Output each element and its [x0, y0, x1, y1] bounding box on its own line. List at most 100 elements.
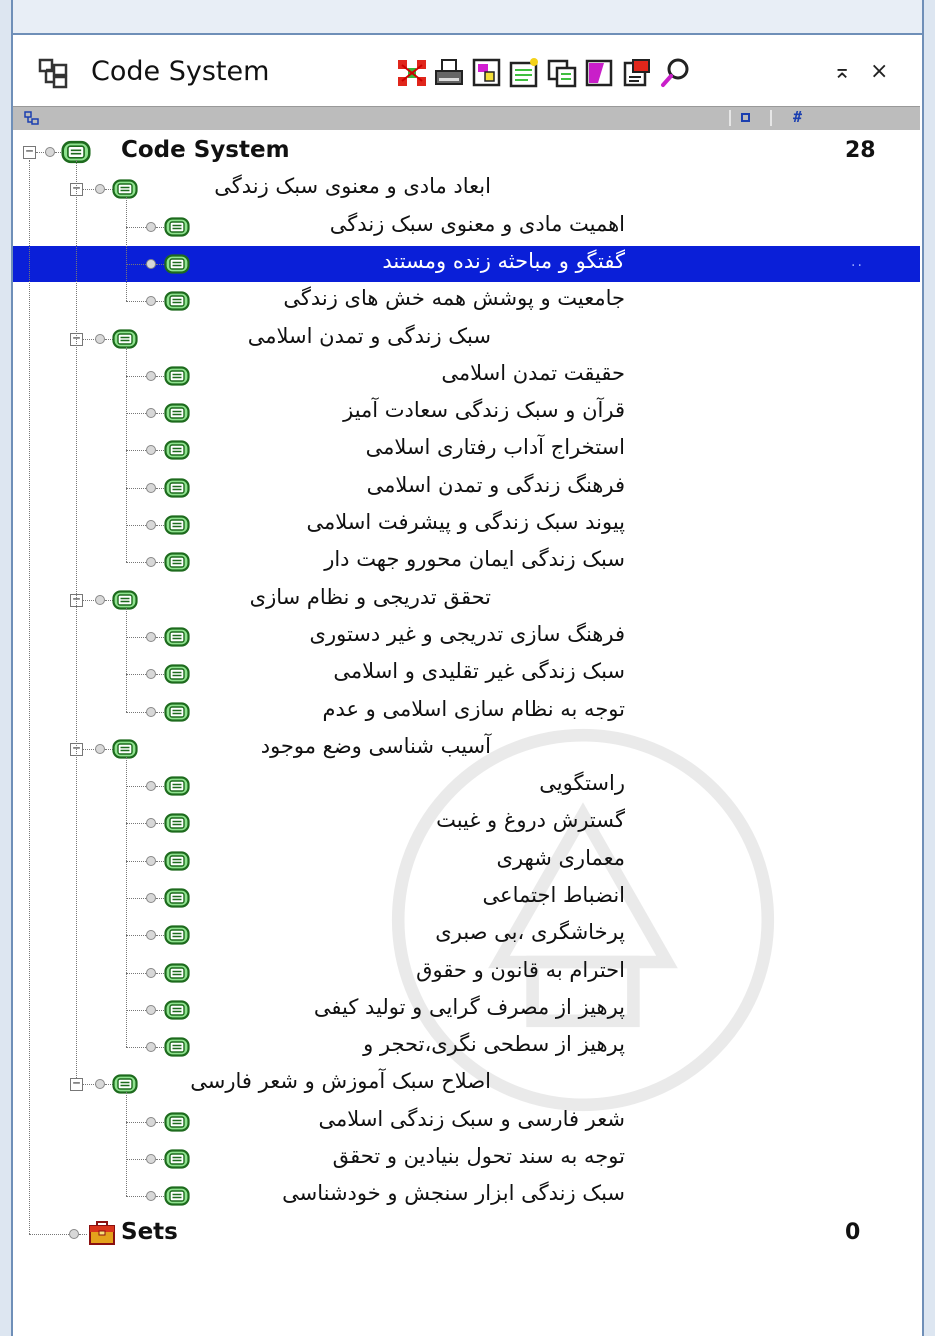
- tree-row-code[interactable]: سبک زندگی ابزار سنجش و خودشناسی: [13, 1178, 920, 1214]
- code-label: پرهیز از سطحی نگری،تحجر و: [363, 1032, 625, 1056]
- column-separator[interactable]: [770, 110, 772, 126]
- code-icon: [164, 440, 190, 460]
- tree-row-code[interactable]: فرهنگ سازی تدریجی و غیر دستوری: [13, 619, 920, 655]
- code-label: پرهیز از مصرف گرایی و تولید کیفی: [313, 995, 625, 1019]
- tree-row-code[interactable]: احترام به قانون و حقوق: [13, 955, 920, 991]
- tree-connector: [79, 1234, 87, 1235]
- tree-row-root[interactable]: − Code System 28: [13, 134, 920, 170]
- column-count-header[interactable]: #: [793, 108, 802, 126]
- tree-row-code[interactable]: شعر فارسی و سبک زندگی اسلامی: [13, 1104, 920, 1140]
- tree-connector: [126, 1092, 127, 1196]
- tree-node-knob: [69, 1229, 79, 1239]
- code-label: حقیقت تمدن اسلامی: [441, 361, 625, 385]
- tree-connector: [126, 935, 146, 936]
- tree-connector: [156, 301, 164, 302]
- search-icon[interactable]: [659, 57, 691, 89]
- new-code-icon[interactable]: [508, 57, 540, 89]
- tree-connector: [156, 786, 164, 787]
- tree-connector: [156, 823, 164, 824]
- tree-view-icon[interactable]: [23, 110, 39, 126]
- code-favorites-icon[interactable]: [584, 57, 616, 89]
- tree-row-code[interactable]: اهمیت مادی و معنوی سبک زندگی: [13, 209, 920, 245]
- tree-node-knob: [146, 296, 156, 306]
- code-label: احترام به قانون و حقوق: [416, 958, 625, 982]
- code-label: گسترش دروغ و غیبت: [436, 808, 625, 832]
- tree-connector: [156, 898, 164, 899]
- collapse-toggle[interactable]: −: [23, 145, 36, 159]
- close-panel-icon[interactable]: ×: [870, 59, 888, 84]
- tree-connector: [156, 935, 164, 936]
- tree-connector: [156, 562, 164, 563]
- tree-row-code[interactable]: فرهنگ زندگی و تمدن اسلامی: [13, 470, 920, 506]
- code-tree: − Code System 28− ابعاد مادی و معنوی سبک زن…: [13, 130, 920, 1336]
- tree-connector: [126, 637, 146, 638]
- code-matrix-icon[interactable]: [621, 57, 653, 89]
- code-label: معماری شهری: [496, 846, 625, 870]
- tree-row-code[interactable]: استخراج آداب رفتاری اسلامی: [13, 432, 920, 468]
- tree-row-code[interactable]: انضباط اجتماعی: [13, 880, 920, 916]
- tree-row-code[interactable]: پرهیز از مصرف گرایی و تولید کیفی: [13, 992, 920, 1028]
- tree-connector: [156, 413, 164, 414]
- code-icon: [164, 1149, 190, 1169]
- code-label: توجه به سند تحول بنیادین و تحقق: [332, 1144, 625, 1168]
- tree-node-knob: [146, 930, 156, 940]
- tree-row-code[interactable]: گفتگو و مباحثه زنده ومستند..: [13, 246, 920, 282]
- tree-connector: [126, 757, 127, 1047]
- tree-row-code[interactable]: سبک زندگی غیر تقلیدی و اسلامی: [13, 656, 920, 692]
- tree-connector: [126, 1196, 146, 1197]
- tree-node-knob: [146, 893, 156, 903]
- tree-row-code[interactable]: حقیقت تمدن اسلامی: [13, 358, 920, 394]
- code-icon: [164, 851, 190, 871]
- tree-node-knob: [146, 222, 156, 232]
- panel-title: Code System: [91, 56, 270, 87]
- tree-connector: [126, 823, 146, 824]
- tree-row-code[interactable]: توجه به نظام سازی اسلامی و عدم: [13, 694, 920, 730]
- tree-row-group[interactable]: − آسیب شناسی وضع موجود: [13, 731, 920, 767]
- column-square-icon[interactable]: [741, 113, 750, 122]
- tree-row-code[interactable]: پرهیز از سطحی نگری،تحجر و: [13, 1029, 920, 1065]
- code-label: پرخاشگری ،بی صبری: [435, 920, 625, 944]
- tree-connector: [126, 1047, 146, 1048]
- tree-row-code[interactable]: توجه به سند تحول بنیادین و تحقق: [13, 1141, 920, 1177]
- tree-connector: [29, 1234, 69, 1235]
- tree-row-code[interactable]: جامعیت و پوشش همه خش های زندگی: [13, 283, 920, 319]
- tree-connector: [156, 1122, 164, 1123]
- tree-row-code[interactable]: سبک زندگی ایمان محورو جهت دار: [13, 544, 920, 580]
- tree-row-code[interactable]: گسترش دروغ و غیبت: [13, 805, 920, 841]
- tree-row-code[interactable]: راستگویی: [13, 768, 920, 804]
- tree-node-knob: [146, 1005, 156, 1015]
- collapse-toggle[interactable]: −: [70, 1077, 83, 1091]
- tree-connector: [126, 413, 146, 414]
- tree-row-code[interactable]: پرخاشگری ،بی صبری: [13, 917, 920, 953]
- minimize-panel-icon[interactable]: ⌅: [833, 59, 851, 84]
- tree-connector: [156, 227, 164, 228]
- print-icon[interactable]: [433, 57, 465, 89]
- code-icon: [164, 552, 190, 572]
- root-count: 28: [845, 138, 876, 163]
- export-icon[interactable]: [471, 57, 503, 89]
- code-icon: [164, 963, 190, 983]
- tree-row-code[interactable]: معماری شهری: [13, 843, 920, 879]
- tree-node-knob: [146, 818, 156, 828]
- code-frequency-icon[interactable]: [546, 57, 578, 89]
- sets-count: 0: [845, 1220, 861, 1245]
- tree-row-group[interactable]: − ابعاد مادی و معنوی سبک زندگی: [13, 171, 920, 207]
- code-icon: [112, 590, 138, 610]
- group-label: سبک زندگی و تمدن اسلامی: [247, 324, 491, 348]
- tree-connector: [126, 1159, 146, 1160]
- column-separator[interactable]: [729, 110, 731, 126]
- code-label: شعر فارسی و سبک زندگی اسلامی: [318, 1107, 625, 1131]
- tree-row-group[interactable]: − سبک زندگی و تمدن اسلامی: [13, 321, 920, 357]
- tree-connector: [156, 525, 164, 526]
- activate-all-codes-icon[interactable]: [396, 57, 428, 89]
- tree-node-knob: [95, 1079, 105, 1089]
- tree-row-code[interactable]: قرآن و سبک زندگی سعادت آمیز: [13, 395, 920, 431]
- tree-row-code[interactable]: پیوند سبک زندگی و پیشرفت اسلامی: [13, 507, 920, 543]
- tree-node-knob: [146, 445, 156, 455]
- tree-row-sets[interactable]: Sets 0: [13, 1216, 920, 1252]
- tree-node-knob: [146, 968, 156, 978]
- tree-row-group[interactable]: − تحقق تدریجی و نظام سازی: [13, 582, 920, 618]
- tree-row-group[interactable]: − اصلاح سبک آموزش و شعر فارسی: [13, 1066, 920, 1102]
- selection-trailing-dots: ..: [851, 254, 864, 270]
- tree-connector: [126, 197, 127, 301]
